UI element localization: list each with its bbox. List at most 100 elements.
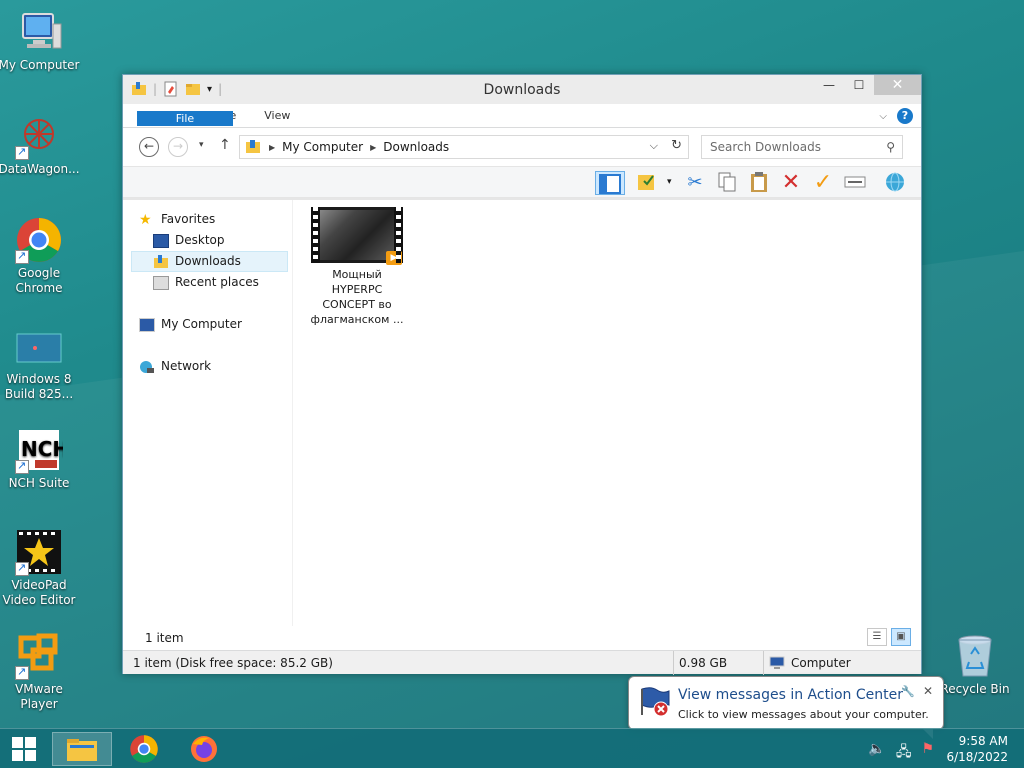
select-dropdown-icon[interactable]: ▾: [667, 177, 672, 187]
breadcrumb-downloads[interactable]: Downloads: [383, 140, 449, 154]
nav-my-computer[interactable]: My Computer: [139, 314, 295, 335]
network-tray-icon[interactable]: 🖧: [896, 741, 912, 765]
shortcut-arrow-icon: [15, 144, 29, 160]
forward-button[interactable]: →: [168, 137, 188, 157]
tab-view[interactable]: View: [250, 104, 304, 127]
action-center-notification[interactable]: View messages in Action Center Click to …: [628, 676, 944, 739]
desktop-icon-videopad[interactable]: VideoPad Video Editor: [0, 528, 81, 608]
desktop-icon-nch-suite[interactable]: NCH NCH Suite: [0, 426, 81, 491]
breadcrumb-my-computer[interactable]: My Computer: [282, 140, 363, 154]
taskbar-file-explorer[interactable]: [52, 732, 112, 766]
desktop-icon-google-chrome[interactable]: Google Chrome: [0, 216, 81, 296]
up-button[interactable]: ↑: [219, 137, 231, 153]
chrome-icon: [15, 216, 63, 264]
status-location: Computer: [769, 656, 851, 670]
breadcrumb-separator-icon: ▶: [370, 142, 377, 152]
taskbar-chrome[interactable]: [114, 732, 174, 766]
minimize-button[interactable]: —: [814, 75, 844, 95]
desktop-folder-icon: [153, 233, 169, 248]
downloads-folder-icon: [246, 140, 260, 153]
nav-desktop[interactable]: Desktop: [153, 230, 287, 251]
title-bar[interactable]: | ▾ | Downloads — ☐ ✕: [123, 75, 921, 104]
desktop-icon-windows8-build[interactable]: Windows 8 Build 825...: [0, 322, 81, 402]
large-icons-view-icon[interactable]: ▣: [891, 628, 911, 646]
desktop-icon-recycle-bin[interactable]: Recycle Bin: [933, 632, 1017, 697]
paste-icon[interactable]: [747, 171, 771, 195]
nav-downloads[interactable]: Downloads: [131, 251, 288, 272]
preview-pane-button[interactable]: [595, 171, 625, 195]
desktop-icon-label: Google Chrome: [15, 266, 63, 295]
network-icon: [139, 360, 155, 374]
computer-icon: [15, 8, 63, 56]
window-controls: — ☐ ✕: [814, 75, 921, 95]
recent-locations-dropdown[interactable]: ▾: [199, 140, 204, 150]
status-size: 0.98 GB: [679, 656, 728, 670]
clock[interactable]: 9:58 AM 6/18/2022: [946, 733, 1008, 765]
expand-ribbon-icon[interactable]: ⌵: [879, 111, 887, 122]
taskbar-firefox[interactable]: [174, 732, 234, 766]
file-list[interactable]: ▶ Мощный HYPERPC CONCEPT во флагманском …: [295, 200, 921, 626]
rename-icon[interactable]: [843, 171, 867, 195]
start-button[interactable]: [0, 732, 48, 766]
taskbar: 🔈 🖧 ⚑ 9:58 AM 6/18/2022: [0, 728, 1024, 768]
status-divider: [673, 651, 674, 675]
file-name: Мощный HYPERPC CONCEPT во флагманском ..…: [310, 268, 404, 326]
details-view-icon[interactable]: ☰: [867, 628, 887, 646]
select-folder-button[interactable]: [635, 171, 659, 195]
nav-favorites-label: Favorites: [161, 212, 216, 226]
search-input[interactable]: Search Downloads ⚲: [701, 135, 903, 159]
help-icon[interactable]: ?: [897, 108, 913, 124]
command-toolbar: ▾ ✂ ✕ ✓: [123, 166, 921, 198]
clock-time: 9:58 AM: [958, 734, 1008, 748]
nav-favorites[interactable]: ★ Favorites: [139, 209, 295, 230]
file-explorer-icon: [67, 739, 97, 761]
computer-icon: [139, 317, 155, 332]
desktop-icon-label: VideoPad Video Editor: [2, 578, 76, 607]
item-count-bar: 1 item ☰ ▣: [123, 626, 921, 650]
desktop-icon-label: DataWagon...: [0, 162, 80, 176]
desktop-icon-label: VMware Player: [15, 682, 63, 711]
properties-check-icon[interactable]: ✓: [811, 171, 835, 195]
shortcut-arrow-icon: [15, 248, 29, 264]
video-play-icon: ▶: [386, 251, 402, 265]
address-dropdown-icon[interactable]: ⌵: [650, 139, 658, 153]
downloads-icon: [153, 254, 169, 269]
shortcut-arrow-icon: [15, 664, 29, 680]
desktop-icon-my-computer[interactable]: My Computer: [0, 8, 81, 73]
notification-title[interactable]: View messages in Action Center: [678, 687, 903, 703]
desktop-icon-vmware-player[interactable]: VMware Player: [0, 632, 81, 712]
ribbon-right: ⌵ ?: [879, 108, 913, 124]
copy-icon[interactable]: [715, 171, 739, 195]
video-thumbnail: ▶: [311, 207, 403, 265]
globe-icon[interactable]: [883, 171, 907, 195]
clock-date: 6/18/2022: [946, 750, 1008, 764]
wrench-icon[interactable]: 🔧: [901, 685, 915, 698]
explorer-window[interactable]: | ▾ | Downloads — ☐ ✕ File Home Share Vi…: [122, 74, 922, 675]
cut-icon[interactable]: ✂: [683, 171, 707, 195]
nav-computer-label: My Computer: [161, 317, 242, 331]
windows-build-icon: [15, 322, 63, 370]
close-icon[interactable]: ✕: [923, 684, 933, 698]
vmware-icon: [15, 632, 63, 680]
recent-places-icon: [153, 275, 169, 290]
maximize-button[interactable]: ☐: [844, 75, 874, 95]
volume-muted-icon[interactable]: 🔈: [868, 741, 885, 765]
windows-logo-icon: [12, 737, 36, 761]
video-frame: [320, 210, 394, 260]
nav-network-label: Network: [161, 359, 212, 373]
back-button[interactable]: ←: [139, 137, 159, 157]
address-bar[interactable]: ▶ My Computer ▶ Downloads ⌵ ↻: [239, 135, 689, 159]
nav-network[interactable]: Network: [139, 356, 295, 377]
desktop-icon-label: My Computer: [0, 58, 80, 72]
refresh-icon[interactable]: ↻: [671, 138, 682, 153]
ribbon-tabs: File Home Share View ⌵ ?: [123, 104, 921, 128]
nav-recent-places[interactable]: Recent places: [153, 272, 287, 293]
close-button[interactable]: ✕: [874, 75, 921, 95]
videopad-icon: [15, 528, 63, 576]
desktop-icon-datawagon[interactable]: DataWagon...: [0, 112, 81, 177]
delete-icon[interactable]: ✕: [779, 171, 803, 195]
tab-file[interactable]: File: [137, 111, 233, 126]
item-count: 1 item: [145, 631, 184, 645]
action-center-tray-icon[interactable]: ⚑: [921, 741, 934, 765]
file-item[interactable]: ▶ Мощный HYPERPC CONCEPT во флагманском …: [309, 207, 405, 327]
